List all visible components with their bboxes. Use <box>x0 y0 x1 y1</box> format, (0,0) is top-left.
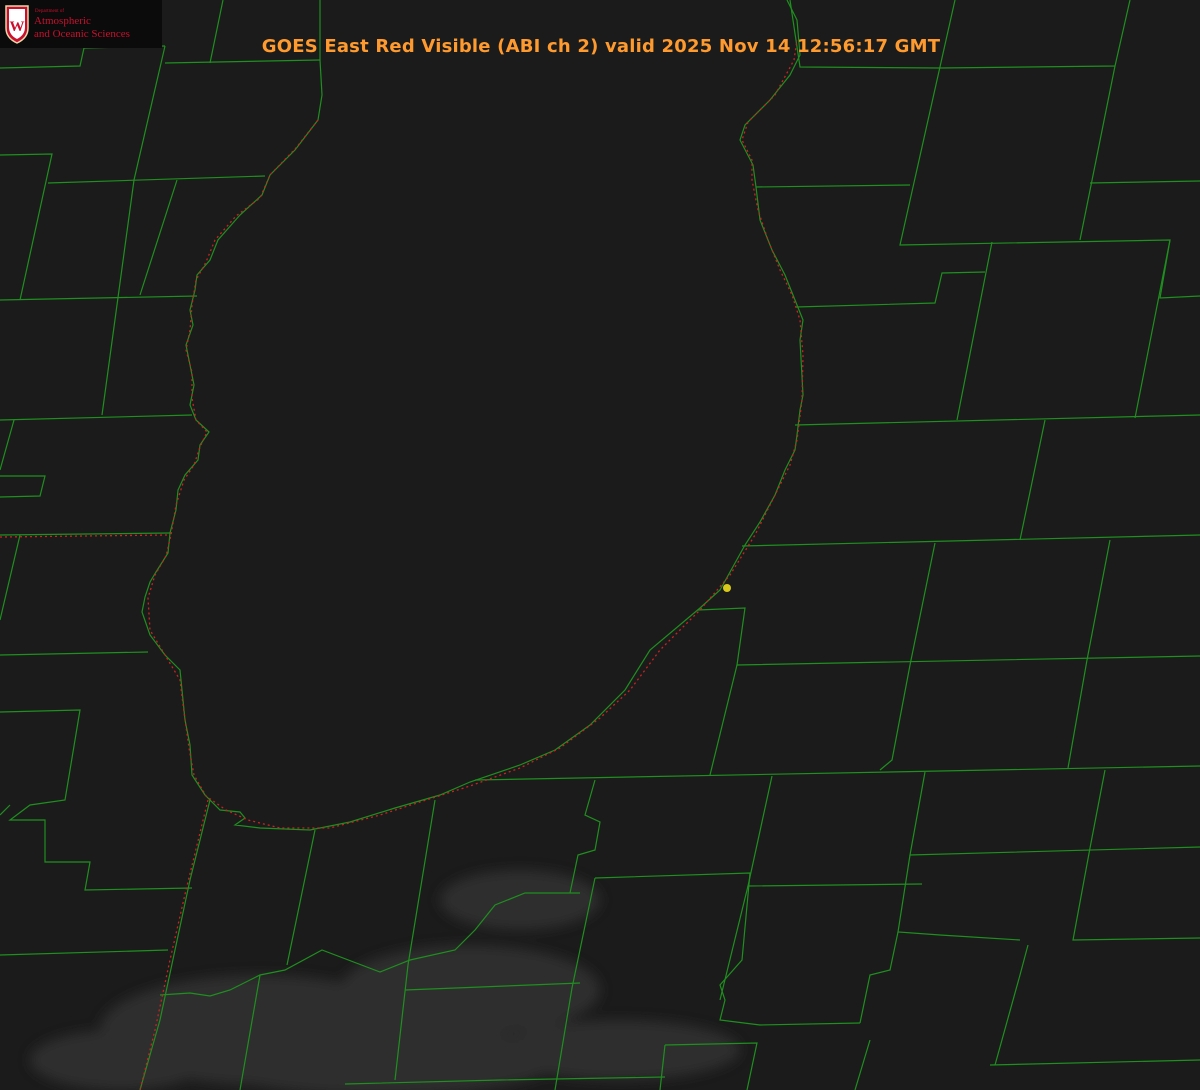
svg-text:W: W <box>10 19 25 35</box>
logo-line-1: Atmospheric <box>34 15 91 27</box>
logo-dept-text: Department of <box>35 9 65 14</box>
satellite-map <box>0 0 1200 1090</box>
image-title: GOES East Red Visible (ABI ch 2) valid 2… <box>261 36 941 57</box>
location-dot-icon <box>723 584 731 592</box>
